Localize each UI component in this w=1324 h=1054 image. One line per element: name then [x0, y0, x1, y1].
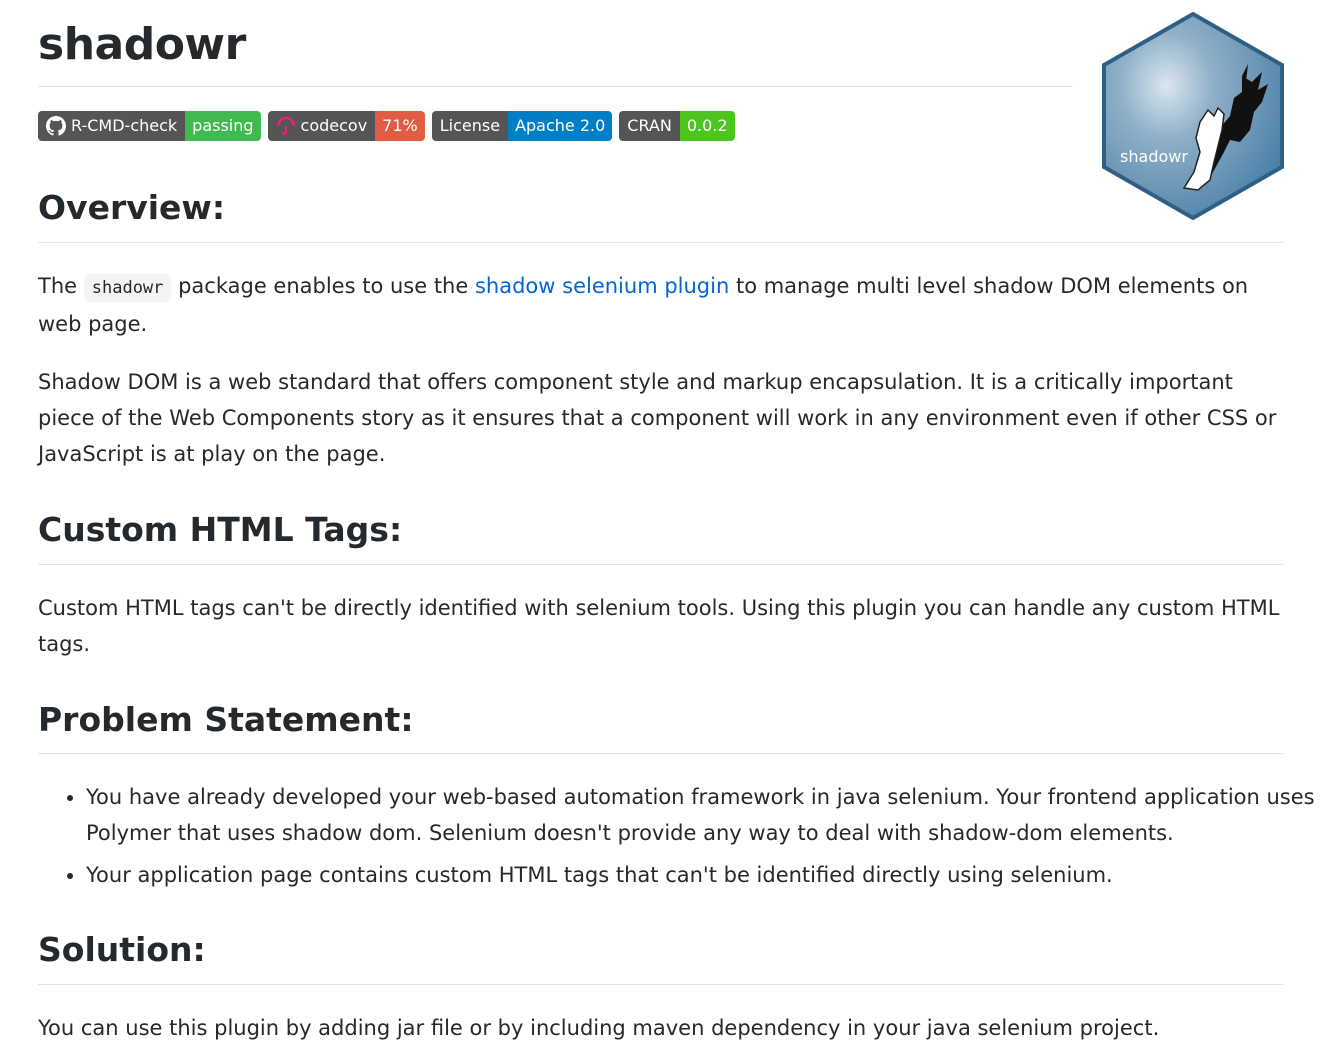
badge-row: R-CMD-check passing codecov 71% License …: [38, 111, 735, 141]
problem-heading: Problem Statement:: [38, 700, 414, 739]
package-code: shadowr: [83, 274, 172, 302]
codecov-umbrella-icon: [276, 116, 296, 136]
list-item: Your application page contains custom HT…: [86, 857, 1324, 893]
title-block: shadowr: [38, 16, 1073, 87]
overview-paragraph-2: Shadow DOM is a web standard that offers…: [38, 370, 1277, 466]
badge-value: 71%: [375, 111, 425, 141]
overview-heading-block: Overview:: [38, 186, 1283, 243]
solution-heading: Solution:: [38, 930, 206, 969]
problem-list: You have already developed your web-base…: [38, 779, 1324, 899]
badge-value: 0.0.2: [679, 111, 735, 141]
custom-tags-heading-block: Custom HTML Tags:: [38, 508, 1283, 565]
badge-r-cmd-check[interactable]: R-CMD-check passing: [38, 111, 261, 141]
badge-license[interactable]: License Apache 2.0: [431, 111, 613, 141]
github-icon: [46, 116, 66, 136]
custom-tags-heading: Custom HTML Tags:: [38, 510, 403, 549]
custom-tags-paragraph: Custom HTML tags can't be directly ident…: [38, 596, 1280, 656]
shadowr-hex-logo: shadowr: [1102, 11, 1284, 221]
list-item: You have already developed your web-base…: [86, 779, 1324, 851]
overview-p1-middle: package enables to use the: [178, 274, 469, 298]
overview-paragraph-1: The shadowr package enables to use the s…: [38, 268, 1283, 342]
badge-cran[interactable]: CRAN 0.0.2: [619, 111, 735, 141]
problem-heading-block: Problem Statement:: [38, 698, 1283, 754]
solution-heading-block: Solution:: [38, 928, 1283, 985]
badge-label: codecov: [300, 116, 368, 135]
badge-value: Apache 2.0: [508, 111, 613, 141]
shadow-selenium-plugin-link[interactable]: shadow selenium plugin: [475, 274, 729, 298]
badge-codecov[interactable]: codecov 71%: [267, 111, 425, 141]
page-title: shadowr: [38, 19, 246, 70]
badge-label: CRAN: [627, 116, 672, 135]
badge-label: License: [439, 116, 501, 135]
logo-text: shadowr: [1120, 147, 1188, 166]
badge-value: passing: [185, 111, 261, 141]
badge-label: R-CMD-check: [71, 116, 178, 135]
solution-paragraph: You can use this plugin by adding jar fi…: [38, 1016, 1160, 1040]
overview-p1-prefix: The: [38, 274, 78, 298]
overview-heading: Overview:: [38, 188, 226, 227]
